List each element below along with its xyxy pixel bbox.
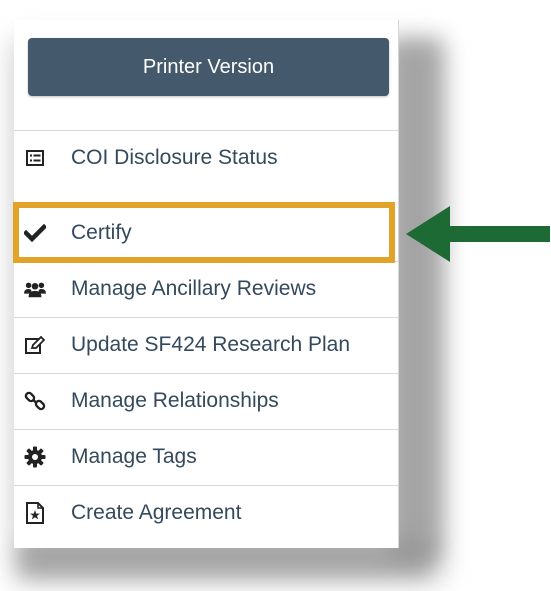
menu-item-update-sf424-research-plan[interactable]: Update SF424 Research Plan bbox=[14, 317, 398, 373]
arrow-left-icon bbox=[406, 206, 550, 262]
actions-panel: Printer Version COI Disclosure Status Ce… bbox=[14, 20, 399, 548]
menu-item-label: Manage Ancillary Reviews bbox=[71, 277, 317, 300]
link-icon bbox=[24, 390, 46, 412]
document-star-icon bbox=[24, 502, 46, 524]
menu-item-label: Manage Tags bbox=[71, 445, 197, 468]
menu-item-label: COI Disclosure Status bbox=[71, 146, 278, 169]
menu-item-label: Update SF424 Research Plan bbox=[71, 333, 350, 356]
menu-item-manage-ancillary-reviews[interactable]: Manage Ancillary Reviews bbox=[14, 261, 398, 317]
list-icon bbox=[24, 147, 46, 169]
menu-item-label: Manage Relationships bbox=[71, 389, 279, 412]
printer-version-button[interactable]: Printer Version bbox=[28, 38, 389, 96]
certify-highlight-box bbox=[13, 202, 395, 263]
menu-item-manage-relationships[interactable]: Manage Relationships bbox=[14, 373, 398, 429]
panel-shadow-right bbox=[392, 40, 442, 560]
menu-item-label: Create Agreement bbox=[71, 501, 242, 524]
users-icon bbox=[24, 278, 46, 300]
edit-icon bbox=[24, 334, 46, 356]
menu-item-manage-tags[interactable]: Manage Tags bbox=[14, 429, 398, 485]
menu-item-coi-disclosure-status[interactable]: COI Disclosure Status bbox=[14, 130, 398, 186]
gear-icon bbox=[24, 446, 46, 468]
menu-item-create-agreement[interactable]: Create Agreement bbox=[14, 485, 398, 541]
